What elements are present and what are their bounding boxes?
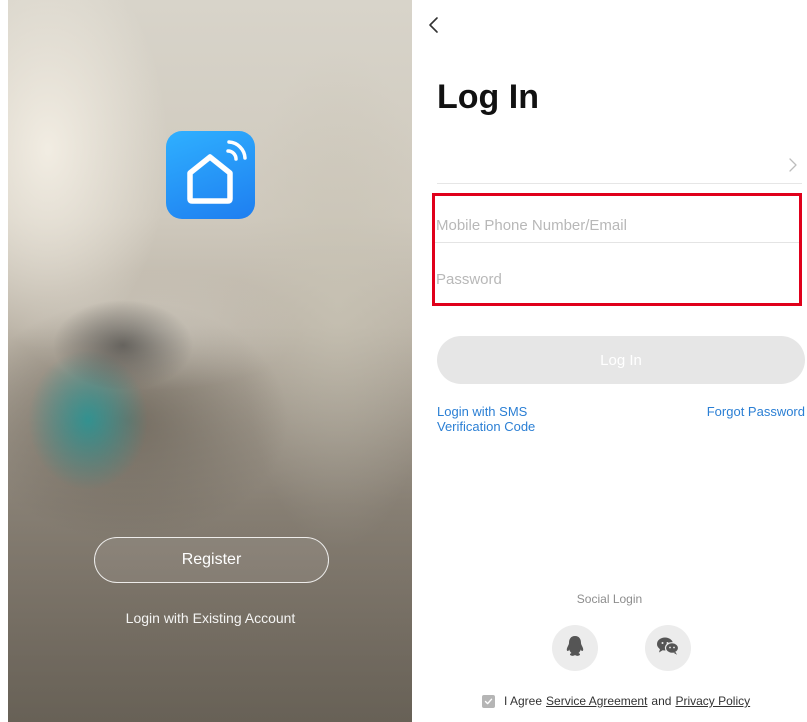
region-selector[interactable] (437, 150, 802, 184)
register-button[interactable]: Register (94, 537, 329, 583)
wechat-login-button[interactable] (645, 625, 691, 671)
service-agreement-link[interactable]: Service Agreement (546, 694, 647, 708)
agreement-checkbox[interactable] (482, 694, 495, 708)
chevron-left-icon[interactable] (426, 14, 442, 36)
agreement-prefix: I Agree (504, 694, 543, 708)
login-button[interactable]: Log In (437, 336, 805, 384)
credentials-highlight (432, 193, 802, 306)
sms-login-link[interactable]: Login with SMS Verification Code (437, 404, 577, 434)
account-input[interactable] (435, 199, 799, 251)
wechat-icon (656, 636, 680, 661)
qq-login-button[interactable] (552, 625, 598, 671)
privacy-policy-link[interactable]: Privacy Policy (675, 694, 750, 708)
login-existing-account-link[interactable]: Login with Existing Account (68, 610, 353, 626)
welcome-screen: Register Login with Existing Account (8, 0, 412, 722)
smart-home-icon (166, 131, 255, 219)
login-screen: Log In Log In Login with SMS Verificatio… (412, 0, 807, 722)
agreement-conjunction: and (651, 694, 672, 708)
forgot-password-link[interactable]: Forgot Password (707, 404, 805, 419)
agreement-row: I Agree Service Agreement and Privacy Po… (482, 692, 750, 710)
qq-icon (565, 635, 585, 662)
page-title: Log In (437, 78, 539, 116)
social-login-label: Social Login (576, 592, 643, 606)
chevron-right-icon (788, 157, 798, 173)
field-divider (435, 242, 799, 243)
password-input[interactable] (435, 253, 799, 305)
